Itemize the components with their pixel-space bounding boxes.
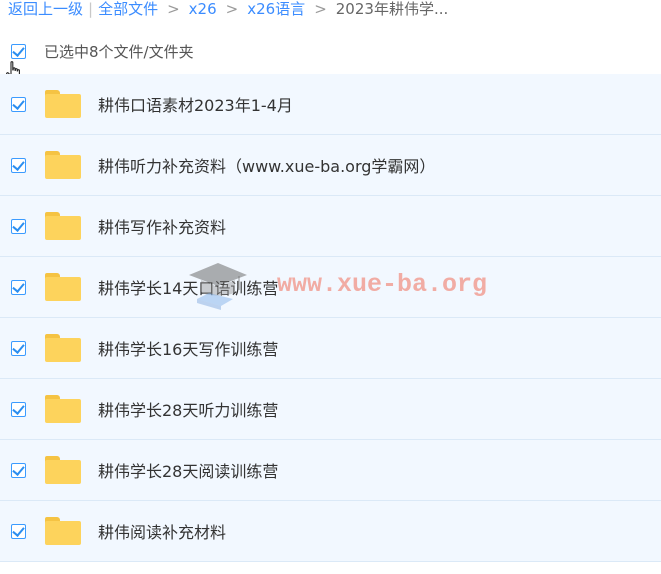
back-link[interactable]: 返回上一级 — [8, 0, 83, 18]
file-row[interactable]: 耕伟学长28天听力训练营 — [0, 379, 661, 440]
file-manager-view: 返回上一级 | 全部文件 > x26 > x26语言 > 2023年耕伟学...… — [0, 0, 661, 574]
selection-summary: 已选中8个文件/文件夹 — [44, 42, 194, 61]
folder-icon — [45, 395, 81, 423]
file-name[interactable]: 耕伟写作补充资料 — [98, 214, 226, 238]
breadcrumb: 返回上一级 | 全部文件 > x26 > x26语言 > 2023年耕伟学... — [8, 0, 448, 18]
breadcrumb-separator: > — [314, 0, 327, 18]
row-checkbox[interactable] — [11, 462, 26, 478]
row-checkbox[interactable] — [11, 157, 26, 173]
breadcrumb-x26-language[interactable]: x26语言 — [247, 0, 305, 18]
file-row[interactable]: 耕伟口语素材2023年1-4月 — [0, 74, 661, 135]
file-row[interactable]: 耕伟学长16天写作训练营 — [0, 318, 661, 379]
breadcrumb-divider: | — [88, 0, 94, 18]
folder-icon — [45, 517, 81, 545]
row-checkbox[interactable] — [11, 523, 26, 539]
row-checkbox[interactable] — [11, 401, 26, 417]
row-checkbox[interactable] — [11, 96, 26, 112]
breadcrumb-current-folder: 2023年耕伟学... — [335, 0, 449, 18]
breadcrumb-separator: > — [167, 0, 180, 18]
file-name[interactable]: 耕伟听力补充资料（www.xue-ba.org学霸网） — [98, 153, 435, 177]
file-name[interactable]: 耕伟口语素材2023年1-4月 — [98, 92, 293, 116]
file-row[interactable]: 耕伟听力补充资料（www.xue-ba.org学霸网） — [0, 135, 661, 196]
selection-bar: 已选中8个文件/文件夹 — [0, 34, 661, 68]
folder-icon — [45, 456, 81, 484]
file-row[interactable]: 耕伟写作补充资料 — [0, 196, 661, 257]
folder-icon — [45, 334, 81, 362]
row-checkbox[interactable] — [11, 279, 26, 295]
file-name[interactable]: 耕伟学长16天写作训练营 — [98, 336, 278, 360]
file-name[interactable]: 耕伟阅读补充材料 — [98, 519, 226, 543]
file-name[interactable]: 耕伟学长14天口语训练营 — [98, 275, 278, 299]
breadcrumb-x26[interactable]: x26 — [189, 0, 217, 18]
file-name[interactable]: 耕伟学长28天阅读训练营 — [98, 458, 278, 482]
select-all-checkbox[interactable] — [11, 43, 26, 59]
row-checkbox[interactable] — [11, 340, 26, 356]
folder-icon — [45, 212, 81, 240]
breadcrumb-all-files[interactable]: 全部文件 — [98, 0, 158, 18]
file-row[interactable]: 耕伟学长14天口语训练营 — [0, 257, 661, 318]
folder-icon — [45, 273, 81, 301]
file-row[interactable]: 耕伟阅读补充材料 — [0, 501, 661, 562]
file-list: 耕伟口语素材2023年1-4月 耕伟听力补充资料（www.xue-ba.org学… — [0, 74, 661, 562]
file-row[interactable]: 耕伟学长28天阅读训练营 — [0, 440, 661, 501]
folder-icon — [45, 151, 81, 179]
breadcrumb-separator: > — [225, 0, 239, 18]
row-checkbox[interactable] — [11, 218, 26, 234]
file-name[interactable]: 耕伟学长28天听力训练营 — [98, 397, 278, 421]
folder-icon — [45, 90, 81, 118]
